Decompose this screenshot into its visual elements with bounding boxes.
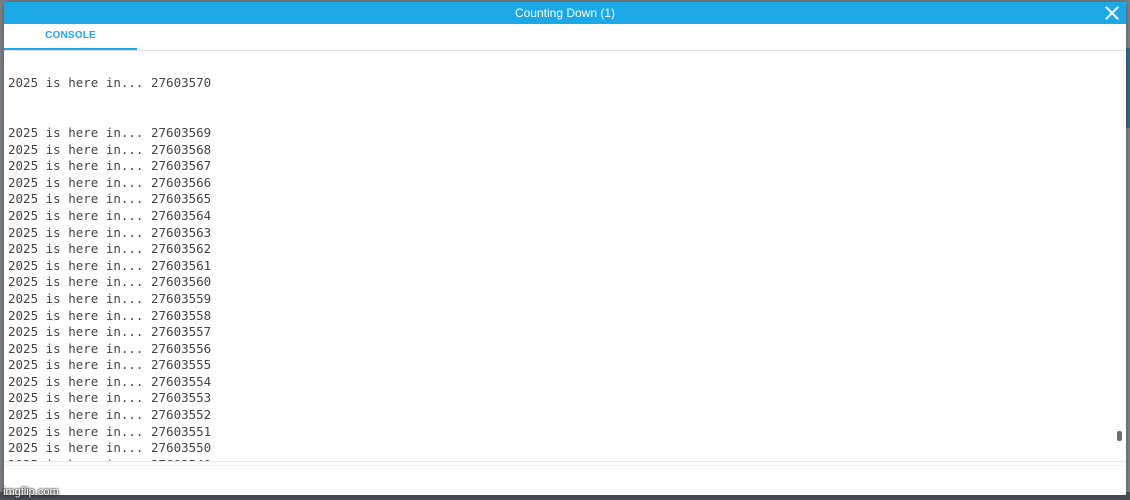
console-line: 2025 is here in... 27603556 (8, 340, 212, 356)
console-line: 2025 is here in... 27603561 (8, 257, 212, 273)
console-line-list: 2025 is here in... 27603570 2025 is here… (8, 51, 211, 461)
console-line: 2025 is here in... 27603562 (8, 241, 212, 257)
console-line: 2025 is here in... 27603563 (8, 224, 212, 240)
console-line: 2025 is here in... 27603551 (8, 423, 212, 439)
console-line: 2025 is here in... 27603565 (8, 191, 212, 207)
watermark-text: imgflip.com (3, 486, 59, 498)
console-line: 2025 is here in... 27603552 (8, 407, 212, 423)
console-line: 2025 is here in... 27603559 (8, 290, 212, 306)
console-line: 2025 is here in... 27603553 (8, 390, 212, 406)
console-dialog: Counting Down (1) CONSOLE 2025 is here i… (4, 2, 1126, 495)
console-line: 2025 is here in... 27603566 (8, 174, 212, 190)
close-icon (1105, 6, 1119, 20)
console-line: 2025 is here in... 27603550 (8, 440, 212, 456)
console-line-partial: 2025 is here in... 27603570 (8, 75, 212, 91)
console-line: 2025 is here in... 27603569 (8, 124, 212, 140)
dialog-footer (4, 461, 1126, 495)
dialog-titlebar: Counting Down (1) (4, 2, 1126, 24)
console-line: 2025 is here in... 27603558 (8, 307, 212, 323)
console-line: 2025 is here in... 27603564 (8, 207, 212, 223)
console-line: 2025 is here in... 27603557 (8, 324, 212, 340)
console-line: 2025 is here in... 27603568 (8, 141, 212, 157)
console-line: 2025 is here in... 27603560 (8, 274, 212, 290)
console-line: 2025 is here in... 27603554 (8, 373, 212, 389)
dialog-title: Counting Down (1) (514, 6, 616, 20)
console-line: 2025 is here in... 27603567 (8, 158, 212, 174)
footer-divider (4, 465, 1126, 466)
console-line: 2025 is here in... 27603555 (8, 357, 212, 373)
close-button[interactable] (1102, 3, 1122, 23)
tab-console[interactable]: CONSOLE (4, 24, 137, 50)
tab-bar: CONSOLE (4, 24, 1126, 51)
console-output[interactable]: 2025 is here in... 27603570 2025 is here… (4, 51, 1116, 461)
scrollbar-thumb[interactable] (1117, 431, 1122, 441)
console-scrollbar[interactable] (1116, 51, 1124, 461)
